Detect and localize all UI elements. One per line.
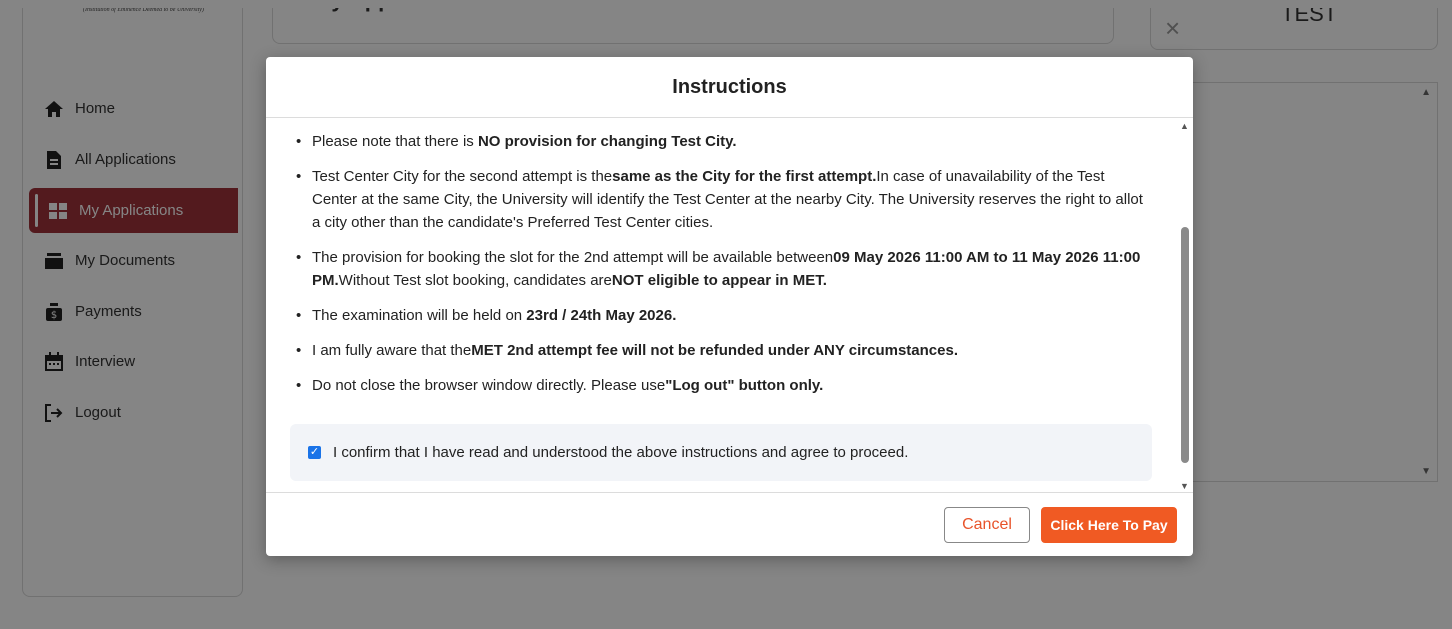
page: (Institution of Eminence Deemed to be Un… <box>0 0 1452 629</box>
confirm-label: I confirm that I have read and understoo… <box>333 444 909 461</box>
scroll-up-icon[interactable]: ▲ <box>1180 121 1189 131</box>
list-item: The examination will be held on 23rd / 2… <box>296 304 1146 327</box>
list-item: Test Center City for the second attempt … <box>296 165 1146 234</box>
list-item: Please note that there is NO provision f… <box>296 130 1146 153</box>
instructions-modal: Instructions Please note that there is N… <box>266 57 1193 556</box>
list-item: Do not close the browser window directly… <box>296 374 1146 397</box>
modal-footer: Cancel Click Here To Pay <box>266 492 1193 557</box>
modal-title: Instructions <box>266 57 1193 118</box>
modal-scrollbar[interactable]: ▲ ▼ <box>1178 119 1192 491</box>
list-item: The provision for booking the slot for t… <box>296 246 1146 292</box>
scroll-thumb[interactable] <box>1181 227 1189 463</box>
pay-button[interactable]: Click Here To Pay <box>1041 507 1177 543</box>
list-item: I am fully aware that theMET 2nd attempt… <box>296 339 1146 362</box>
scroll-down-icon[interactable]: ▼ <box>1180 481 1189 491</box>
cancel-button[interactable]: Cancel <box>944 507 1030 543</box>
confirm-box[interactable]: ✓ I confirm that I have read and underst… <box>290 424 1152 481</box>
confirm-checkbox[interactable]: ✓ <box>308 446 321 459</box>
instructions-list: Please note that there is NO provision f… <box>296 130 1146 409</box>
